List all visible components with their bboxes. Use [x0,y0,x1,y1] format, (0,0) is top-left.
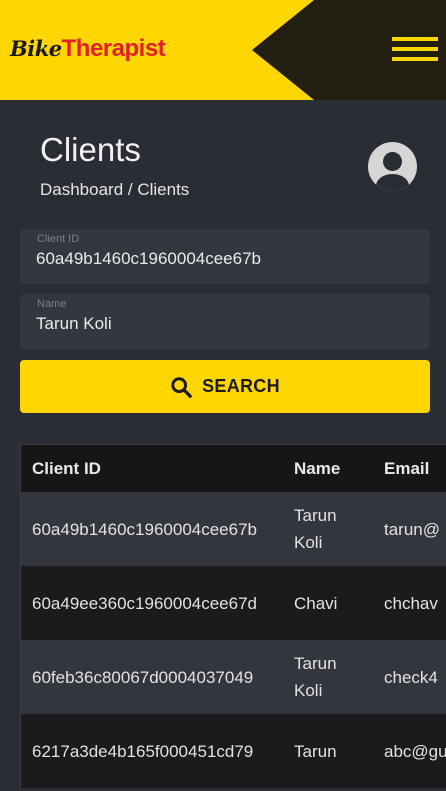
cell-email: chchav [373,566,446,640]
table-row[interactable]: 60a49ee360c1960004cee67d Chavi chchav [21,566,446,640]
search-button-label: SEARCH [202,376,280,396]
client-id-input[interactable] [36,246,416,272]
search-button[interactable]: SEARCH [20,360,430,413]
hamburger-menu-icon[interactable] [392,37,438,63]
column-header-email[interactable]: Email [373,445,446,492]
clients-table[interactable]: Client ID Name Email 60a49b1460c1960004c… [20,444,446,791]
cell-email: check4 [373,640,446,714]
client-id-field[interactable]: Client ID [20,229,430,284]
logo-therapist: Therapist [61,35,166,62]
cell-name: Tarun Koli [283,640,373,714]
cell-client-id: 60a49ee360c1960004cee67d [21,566,283,640]
table-header-row: Client ID Name Email [21,445,446,492]
column-header-name[interactable]: Name [283,445,373,492]
table-row[interactable]: 60a49b1460c1960004cee67b Tarun Koli taru… [21,492,446,566]
name-field[interactable]: Name [20,294,430,349]
cell-client-id: 60a49b1460c1960004cee67b [21,492,283,566]
cell-client-id: 60feb36c80067d0004037049 [21,640,283,714]
brand-logo[interactable]: BikeTherapist [10,35,166,63]
cell-name: Tarun [283,714,373,788]
name-input[interactable] [36,311,416,337]
search-icon [171,376,192,398]
logo-bike: Bike [10,36,62,61]
table-row[interactable]: 6217a3de4b165f000451cd79 Tarun abc@gu [21,714,446,788]
user-circle-icon[interactable] [368,142,417,191]
cell-name: Chavi [283,566,373,640]
client-id-label: Client ID [37,233,80,245]
name-label: Name [37,298,67,310]
cell-client-id: 6217a3de4b165f000451cd79 [21,714,283,788]
breadcrumb[interactable]: Dashboard / Clients [40,180,189,200]
cell-email: tarun@ [373,492,446,566]
page-title: Clients [40,131,141,168]
app-header: BikeTherapist [0,0,446,100]
cell-email: abc@gu [373,714,446,788]
column-header-client-id[interactable]: Client ID [21,445,283,492]
cell-name: Tarun Koli [283,492,373,566]
table-row[interactable]: 60feb36c80067d0004037049 Tarun Koli chec… [21,640,446,714]
